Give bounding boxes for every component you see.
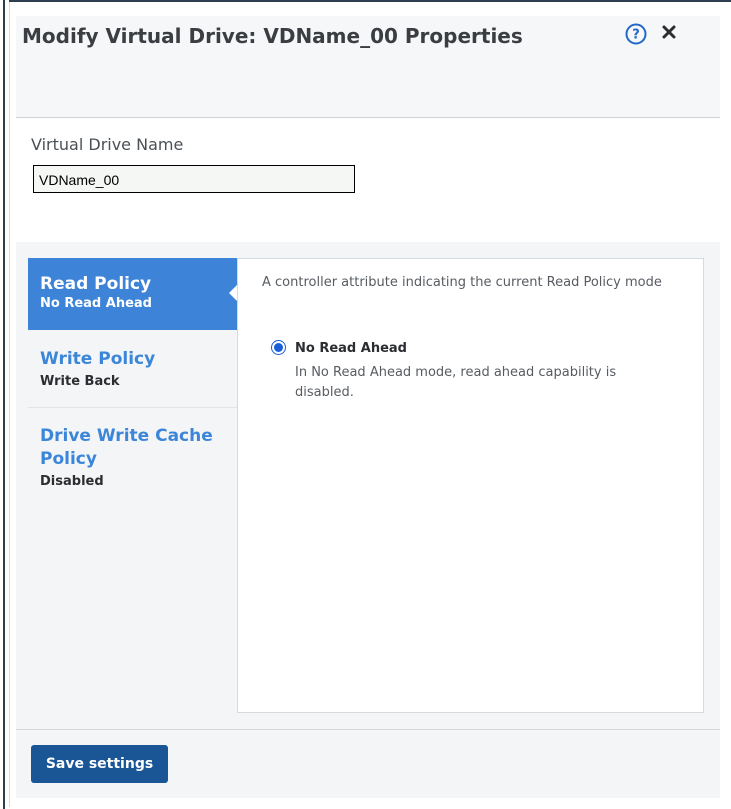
tab-title: Read Policy xyxy=(40,274,152,294)
tab-title: Drive Write Cache Policy xyxy=(40,426,213,469)
left-edge-line xyxy=(3,0,5,809)
policy-description: A controller attribute indicating the cu… xyxy=(262,275,662,290)
virtual-drive-name-label: Virtual Drive Name xyxy=(31,135,184,154)
no-read-ahead-description: In No Read Ahead mode, read ahead capabi… xyxy=(295,365,617,400)
tab-write-policy[interactable]: Write Policy Write Back xyxy=(28,330,237,408)
save-settings-button[interactable]: Save settings xyxy=(31,745,168,783)
tab-value: Disabled xyxy=(40,474,104,489)
tab-drive-write-cache-policy[interactable]: Drive Write Cache Policy Disabled xyxy=(28,408,237,498)
tab-value: No Read Ahead xyxy=(40,296,152,311)
no-read-ahead-label: No Read Ahead xyxy=(295,341,407,356)
dialog-title: Modify Virtual Drive: VDName_00 Properti… xyxy=(22,24,523,48)
tab-title: Write Policy xyxy=(40,349,156,369)
no-read-ahead-radio[interactable] xyxy=(271,340,286,355)
help-button[interactable]: ? xyxy=(625,23,647,45)
tab-value: Write Back xyxy=(40,374,120,389)
close-button[interactable] xyxy=(658,21,680,43)
svg-text:?: ? xyxy=(632,28,640,43)
virtual-drive-name-input[interactable] xyxy=(33,165,355,193)
tab-read-policy[interactable]: Read Policy No Read Ahead xyxy=(28,258,237,330)
question-circle-icon: ? xyxy=(625,23,647,45)
active-tab-pointer xyxy=(229,285,237,301)
policy-content xyxy=(237,258,704,713)
close-icon xyxy=(662,25,676,39)
